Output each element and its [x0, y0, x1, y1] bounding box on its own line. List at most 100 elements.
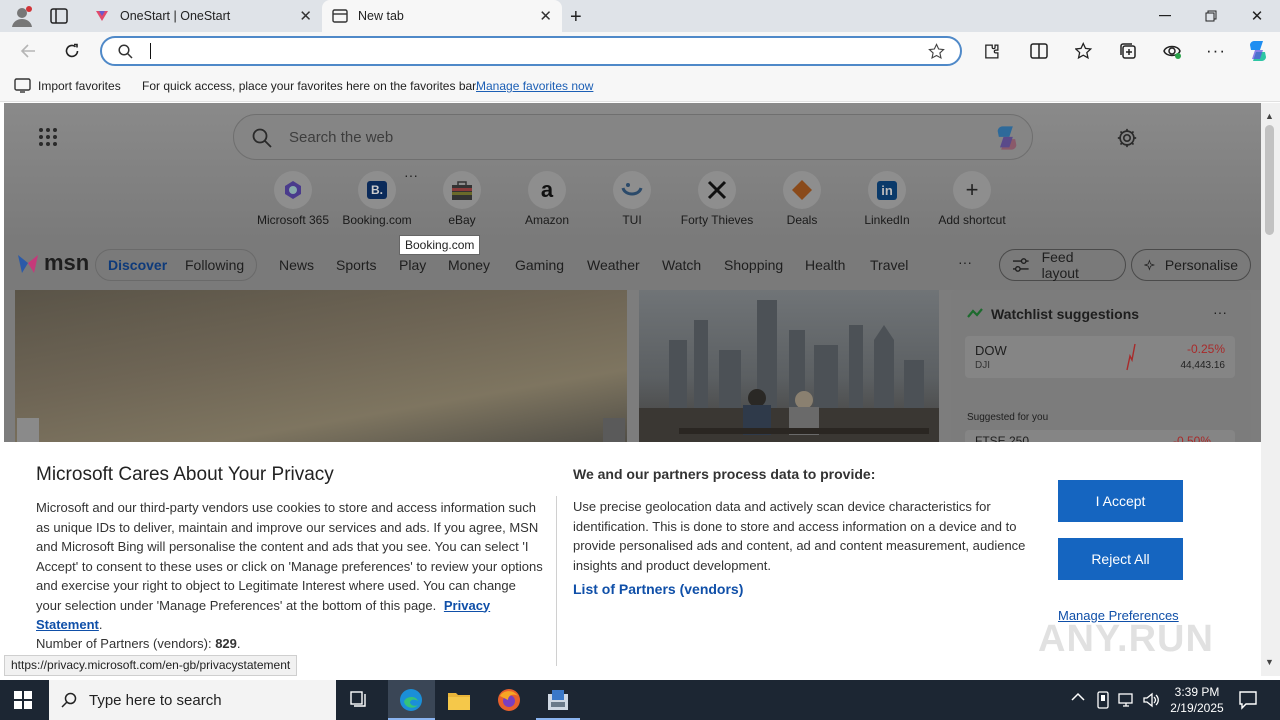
tab-onestart[interactable]: OneStart | OneStart ✕ [84, 0, 322, 32]
close-window-button[interactable]: ✕ [1234, 0, 1280, 32]
favorites-icon[interactable] [1070, 38, 1098, 64]
back-icon[interactable] [14, 38, 42, 64]
purposes-body: Use precise geolocation data and activel… [573, 499, 1026, 573]
tui-icon [613, 171, 651, 209]
apps-launcher-icon[interactable] [38, 127, 58, 147]
nav-travel[interactable]: Travel [870, 257, 908, 273]
favorites-hint: For quick access, place your favorites h… [142, 79, 479, 93]
new-tab-page-icon [332, 9, 348, 23]
tab-following[interactable]: Following [185, 257, 244, 273]
refresh-icon[interactable] [58, 38, 86, 64]
shortcut-amazon[interactable]: a Amazon [502, 171, 592, 227]
shortcut-more-icon[interactable]: ··· [404, 167, 418, 183]
nav-watch[interactable]: Watch [662, 257, 701, 273]
windows-start-icon[interactable] [14, 691, 32, 709]
copilot-icon[interactable] [1244, 38, 1272, 64]
nav-gaming[interactable]: Gaming [515, 257, 564, 273]
copilot-icon[interactable] [992, 124, 1022, 152]
notifications-icon[interactable] [1238, 690, 1258, 710]
search-icon [118, 44, 133, 59]
tray-overflow-icon[interactable] [1071, 692, 1085, 702]
new-tab-button[interactable]: + [570, 6, 582, 29]
import-favorites-button[interactable]: Import favorites [38, 79, 121, 93]
taskbar-search-box[interactable]: Type here to search [49, 680, 336, 720]
feed-layout-button[interactable]: Feed layout [999, 249, 1126, 281]
profile-icon[interactable] [10, 5, 34, 27]
feed-card-city-image[interactable] [639, 290, 939, 450]
nav-money[interactable]: Money [448, 257, 490, 273]
sparkle-icon [1144, 259, 1155, 271]
edge-icon [400, 689, 422, 711]
favorites-bar: Import favorites For quick access, place… [0, 70, 1280, 102]
firefox-icon[interactable] [497, 688, 521, 712]
add-shortcut-button[interactable]: + Add shortcut [927, 171, 1017, 227]
more-menu-icon[interactable]: ··· [1202, 38, 1230, 64]
collections-icon[interactable] [1114, 38, 1142, 64]
extensions-icon[interactable] [977, 38, 1005, 64]
file-explorer-icon[interactable] [447, 689, 471, 711]
shortcut-label: LinkedIn [864, 213, 910, 227]
address-bar[interactable] [100, 36, 962, 66]
tab-discover[interactable]: Discover [108, 257, 167, 273]
split-screen-icon[interactable] [1025, 38, 1053, 64]
city-skyline-image [639, 300, 939, 450]
scroll-down-icon[interactable]: ▼ [1265, 657, 1274, 667]
linkedin-icon: in [868, 171, 906, 209]
suggested-label: Suggested for you [967, 412, 1049, 423]
feed-card-hero-image[interactable] [15, 290, 627, 450]
tray-device-icon[interactable] [1096, 691, 1110, 709]
web-search-box[interactable]: Search the web [233, 114, 1033, 160]
tab-title: New tab [358, 9, 404, 23]
shortcut-deals[interactable]: Deals [757, 171, 847, 227]
import-favorites-icon [14, 78, 31, 93]
msn-nav-bar: msn Discover Following News Sports Play … [4, 240, 1261, 290]
clock-time: 3:39 PM [1174, 685, 1220, 699]
partners-list-link[interactable]: List of Partners (vendors) [573, 581, 743, 597]
browser-essentials-icon[interactable] [1158, 38, 1186, 64]
nav-health[interactable]: Health [805, 257, 845, 273]
page-settings-icon[interactable] [1116, 127, 1138, 149]
privacy-body: Microsoft and our third-party vendors us… [36, 500, 543, 632]
taskbar-clock[interactable]: 3:39 PM 2/19/2025 [1168, 684, 1226, 716]
reject-all-button[interactable]: Reject All [1058, 538, 1183, 580]
favorite-star-icon[interactable] [928, 43, 945, 60]
task-view-icon[interactable] [350, 691, 370, 709]
taskbar-app-installer[interactable] [536, 680, 580, 720]
shortcut-forty-thieves[interactable]: Forty Thieves [672, 171, 762, 227]
accept-button[interactable]: I Accept [1058, 480, 1183, 522]
minimize-button[interactable] [1142, 0, 1188, 32]
shortcut-linkedin[interactable]: in LinkedIn [842, 171, 932, 227]
taskbar-edge-active[interactable] [388, 680, 435, 720]
shortcut-microsoft365[interactable]: Microsoft 365 [248, 171, 338, 227]
scroll-up-icon[interactable]: ▲ [1265, 111, 1274, 121]
page-scrollbar[interactable]: ▲ ▼ [1261, 103, 1280, 676]
nav-sports[interactable]: Sports [336, 257, 376, 273]
nav-shopping[interactable]: Shopping [724, 257, 783, 273]
shortcut-label: Deals [786, 213, 818, 227]
restore-button[interactable] [1188, 0, 1234, 32]
dialog-divider [556, 496, 557, 666]
network-icon[interactable] [1118, 692, 1136, 708]
tab-new-tab[interactable]: New tab ✕ [322, 0, 562, 32]
shortcut-ebay[interactable]: eBay [417, 171, 507, 227]
anyrun-watermark: ANY.RUN [1038, 618, 1214, 660]
stocks-trend-icon [967, 307, 983, 319]
ticker-change: -0.25% [1186, 342, 1225, 356]
watchlist-more-icon[interactable]: ··· [1213, 304, 1227, 320]
nav-more-icon[interactable]: ··· [958, 254, 972, 270]
close-tab-icon[interactable]: ✕ [299, 7, 312, 25]
manage-favorites-link[interactable]: Manage favorites now [476, 79, 593, 93]
ticker-row-dow[interactable]: DOW DJI -0.25% 44,443.16 [965, 336, 1235, 378]
nav-play[interactable]: Play [399, 257, 426, 273]
msn-logo[interactable]: msn [16, 250, 89, 276]
close-tab-icon[interactable]: ✕ [539, 7, 552, 25]
scrollbar-thumb[interactable] [1265, 125, 1274, 235]
nav-weather[interactable]: Weather [587, 257, 640, 273]
nav-news[interactable]: News [279, 257, 314, 273]
tab-actions-icon[interactable] [50, 8, 68, 24]
shortcut-tui[interactable]: TUI [587, 171, 677, 227]
shortcut-label: Amazon [524, 213, 570, 227]
crossed-swords-icon [698, 171, 736, 209]
volume-icon[interactable] [1142, 691, 1160, 709]
personalise-button[interactable]: Personalise [1131, 249, 1251, 281]
